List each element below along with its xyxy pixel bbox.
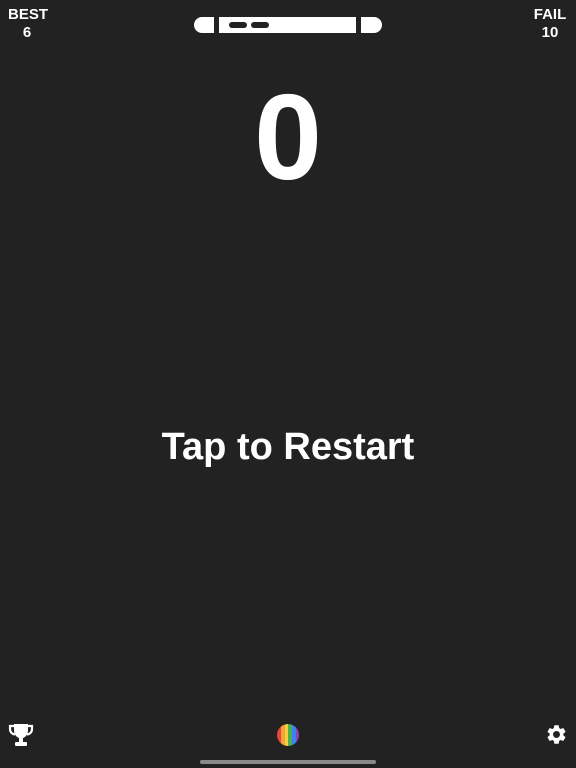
fail-count-panel: FAIL 10	[532, 6, 568, 42]
best-label: BEST	[8, 6, 49, 23]
trophy-icon[interactable]	[8, 723, 34, 747]
home-indicator[interactable]	[200, 760, 376, 764]
best-value: 6	[22, 24, 32, 41]
fail-value: 10	[541, 24, 559, 41]
rainbow-circle-icon[interactable]	[277, 724, 299, 746]
fail-label: FAIL	[533, 6, 567, 23]
gear-icon[interactable]	[545, 723, 568, 746]
current-score: 0	[254, 69, 322, 205]
tap-to-restart-button[interactable]: Tap to Restart	[0, 424, 576, 470]
best-score-panel: BEST 6	[8, 6, 49, 42]
level-progress-bar-icon	[193, 17, 383, 33]
